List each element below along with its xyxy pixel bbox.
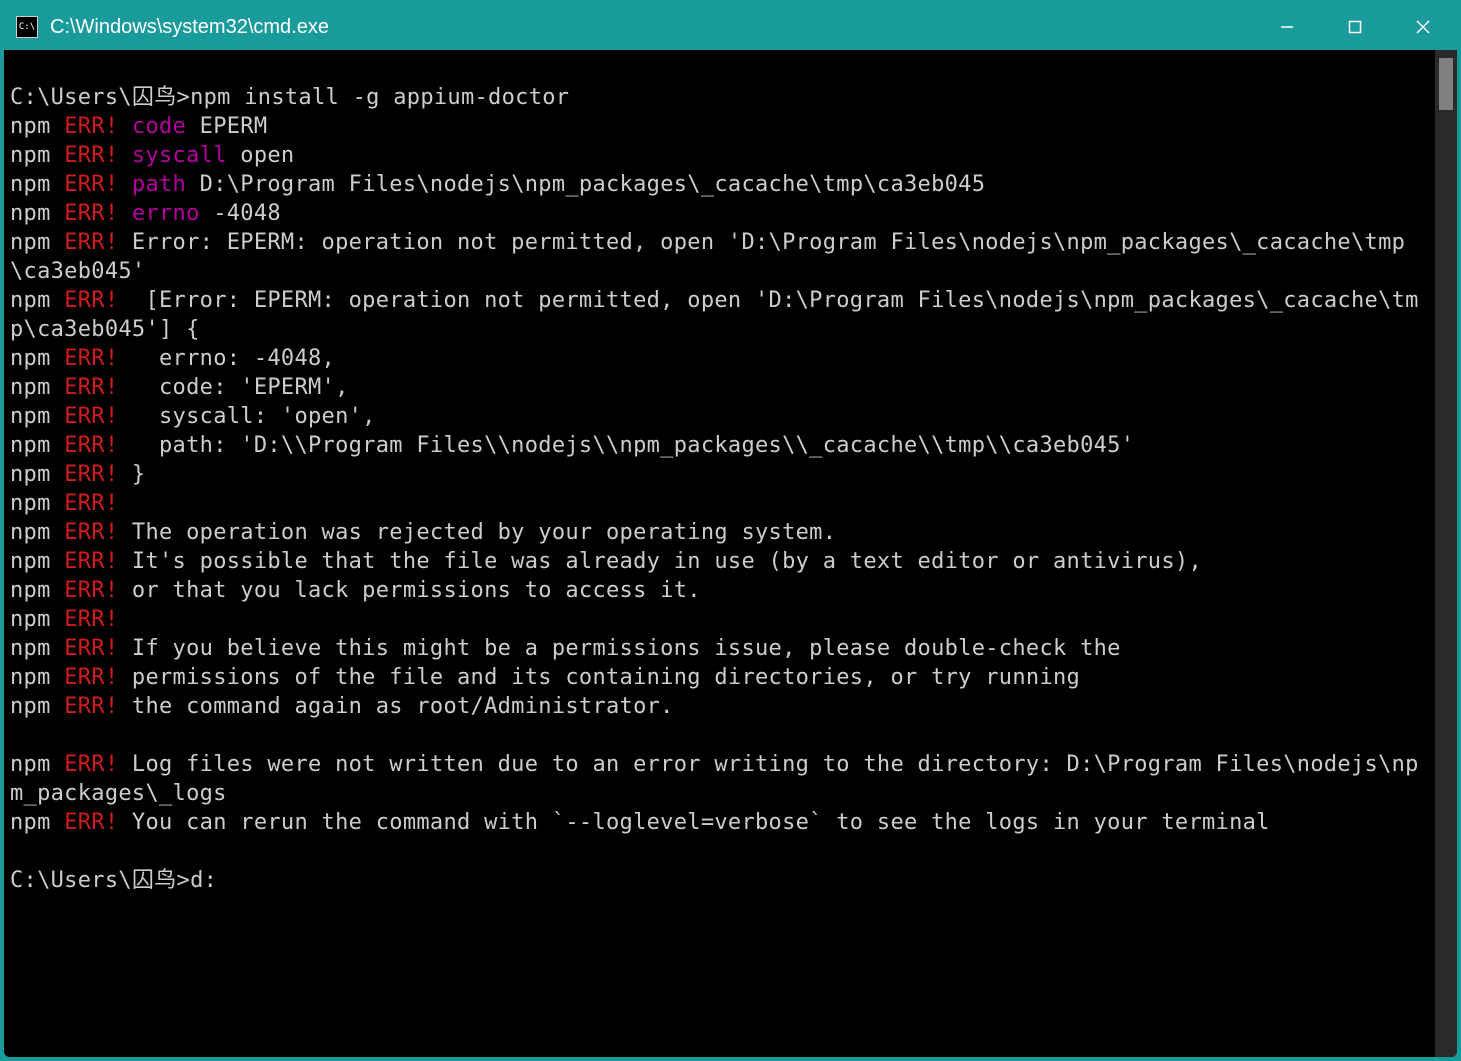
prompt-line: C:\Users\囚鸟>npm install -g appium-doctor <box>10 83 1429 112</box>
terminal-body: C:\Users\囚鸟>npm install -g appium-doctor… <box>4 50 1457 1057</box>
output-line: npm ERR! errno -4048 <box>10 199 1429 228</box>
output-line: npm ERR! code EPERM <box>10 112 1429 141</box>
prompt-line: C:\Users\囚鸟>d: <box>10 866 1429 895</box>
output-line: npm ERR! It's possible that the file was… <box>10 547 1429 576</box>
scroll-thumb[interactable] <box>1439 58 1453 110</box>
output-line: npm ERR! syscall: 'open', <box>10 402 1429 431</box>
output-line: npm ERR! If you believe this might be a … <box>10 634 1429 663</box>
output-line: npm ERR! The operation was rejected by y… <box>10 518 1429 547</box>
output-line: npm ERR! You can rerun the command with … <box>10 808 1429 837</box>
window-title: C:\Windows\system32\cmd.exe <box>50 16 329 39</box>
blank-line <box>10 721 1429 750</box>
output-line: npm ERR! } <box>10 460 1429 489</box>
output-line: npm ERR! Error: EPERM: operation not per… <box>10 228 1429 286</box>
output-line: npm ERR! permissions of the file and its… <box>10 663 1429 692</box>
output-line: npm ERR! <box>10 605 1429 634</box>
minimize-button[interactable] <box>1253 4 1321 50</box>
output-line: npm ERR! errno: -4048, <box>10 344 1429 373</box>
output-line: npm ERR! [Error: EPERM: operation not pe… <box>10 286 1429 344</box>
output-line: npm ERR! Log files were not written due … <box>10 750 1429 808</box>
output-line: npm ERR! path D:\Program Files\nodejs\np… <box>10 170 1429 199</box>
blank-line <box>10 837 1429 866</box>
output-line: npm ERR! code: 'EPERM', <box>10 373 1429 402</box>
scrollbar[interactable] <box>1435 50 1457 1057</box>
titlebar[interactable]: C:\ C:\Windows\system32\cmd.exe <box>4 4 1457 50</box>
close-button[interactable] <box>1389 4 1457 50</box>
blank-line <box>10 54 1429 83</box>
output-line: npm ERR! path: 'D:\\Program Files\\nodej… <box>10 431 1429 460</box>
cmd-window: C:\ C:\Windows\system32\cmd.exe C:\Users… <box>4 4 1457 1057</box>
output-line: npm ERR! <box>10 489 1429 518</box>
cmd-icon: C:\ <box>16 16 38 38</box>
terminal-content[interactable]: C:\Users\囚鸟>npm install -g appium-doctor… <box>4 50 1435 1057</box>
maximize-button[interactable] <box>1321 4 1389 50</box>
output-line: npm ERR! or that you lack permissions to… <box>10 576 1429 605</box>
output-line: npm ERR! syscall open <box>10 141 1429 170</box>
output-line: npm ERR! the command again as root/Admin… <box>10 692 1429 721</box>
